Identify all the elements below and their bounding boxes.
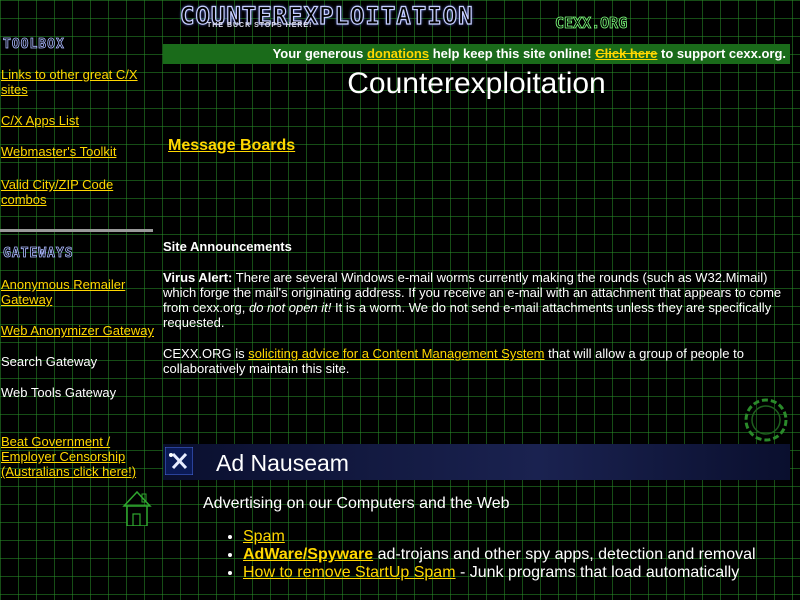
section-logo-icon: [165, 447, 193, 475]
ad-nauseam-title: Ad Nauseam: [216, 450, 349, 476]
gateways-heading: GATEWAYS: [3, 246, 74, 262]
startup-spam-link[interactable]: How to remove StartUp Spam: [243, 564, 456, 581]
cms-text-pre: CEXX.ORG is: [163, 346, 245, 361]
decorative-ring-icon: [744, 398, 788, 442]
sidebar-link-censorship[interactable]: Beat Government / Employer Censorship (A…: [1, 434, 154, 479]
startup-spam-description: - Junk programs that load automatically: [455, 564, 740, 581]
site-tagline: THE BUCK STOPS HERE!: [207, 22, 313, 29]
virus-alert: Virus Alert: There are several Windows e…: [163, 270, 790, 330]
list-item: How to remove StartUp Spam - Junk progra…: [243, 564, 800, 582]
ad-nauseam-header: Ad Nauseam: [163, 444, 790, 480]
sidebar-link-webmaster-toolkit[interactable]: Webmaster's Toolkit: [1, 144, 154, 159]
donations-link[interactable]: donations: [367, 46, 429, 61]
donation-mid: help keep this site online!: [432, 46, 592, 61]
home-icon[interactable]: [122, 490, 152, 526]
adware-spyware-link[interactable]: AdWare/Spyware: [243, 546, 373, 563]
announcements-title: Site Announcements: [163, 239, 292, 254]
sidebar-link-anonymizer[interactable]: Web Anonymizer Gateway: [1, 323, 154, 338]
main-content: Your generous donations help keep this s…: [163, 44, 790, 376]
message-boards-link[interactable]: Message Boards: [168, 137, 295, 155]
list-item: Spam: [243, 528, 800, 546]
toolbox-heading: TOOLBOX: [3, 37, 65, 53]
sidebar-link-cx-sites[interactable]: Links to other great C/X sites: [1, 67, 154, 97]
donation-pre: Your generous: [272, 46, 364, 61]
donation-bar: Your generous donations help keep this s…: [163, 44, 790, 64]
sidebar-search-gateway: Search Gateway: [1, 354, 98, 369]
donation-post: to support cexx.org.: [661, 46, 786, 61]
cms-advice-link[interactable]: soliciting advice for a Content Manageme…: [248, 346, 544, 361]
sidebar-web-tools-gateway: Web Tools Gateway: [1, 385, 117, 400]
virus-alert-warning: do not open it!: [248, 300, 332, 315]
sidebar-link-cx-apps[interactable]: C/X Apps List: [1, 113, 154, 128]
site-banner[interactable]: COUNTEREXPLOITATION THE BUCK STOPS HERE!…: [155, 0, 800, 36]
sidebar-divider: [0, 229, 153, 232]
sidebar-link-remailer[interactable]: Anonymous Remailer Gateway: [1, 277, 154, 307]
list-item: AdWare/Spyware ad-trojans and other spy …: [243, 546, 800, 564]
adware-description: ad-trojans and other spy apps, detection…: [373, 546, 756, 563]
virus-alert-label: Virus Alert:: [163, 270, 233, 285]
page-title: Counterexploitation: [347, 67, 606, 100]
site-domain-logo: CEXX.ORG: [555, 14, 628, 33]
click-here-link[interactable]: Click here: [595, 46, 657, 61]
ad-nauseam-subtitle: Advertising on our Computers and the Web: [203, 495, 510, 512]
spam-link[interactable]: Spam: [243, 528, 285, 545]
sidebar-link-zip-codes[interactable]: Valid City/ZIP Code combos: [1, 177, 154, 207]
cms-announcement: CEXX.ORG is soliciting advice for a Cont…: [163, 346, 790, 376]
ad-topics-list: Spam AdWare/Spyware ad-trojans and other…: [221, 528, 800, 582]
